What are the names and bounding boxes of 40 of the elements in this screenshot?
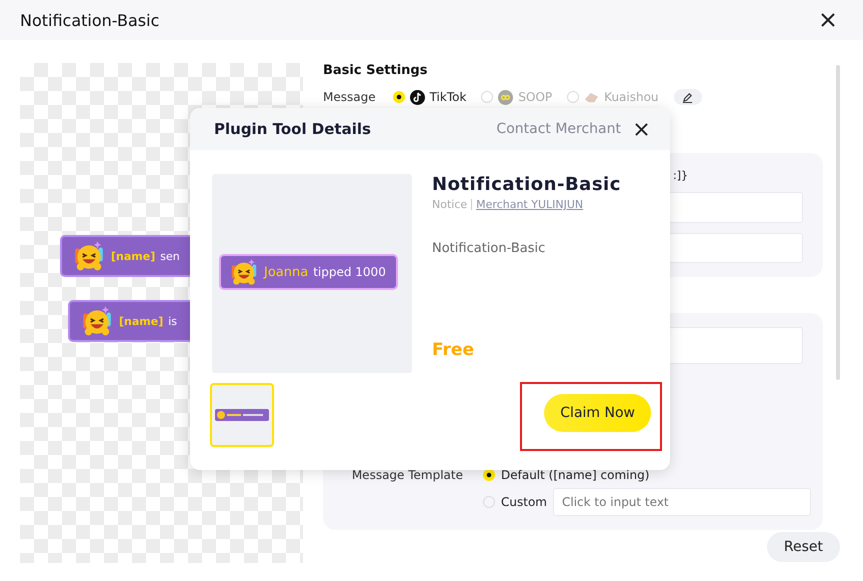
banner-text: sen bbox=[160, 250, 180, 262]
window-title: Notification-Basic bbox=[20, 10, 160, 30]
description-text: Notification-Basic bbox=[432, 241, 546, 256]
emoji-icon bbox=[72, 239, 106, 273]
emoji-icon bbox=[80, 304, 114, 338]
category-label: Notice bbox=[432, 198, 468, 211]
thumbnail[interactable] bbox=[210, 383, 274, 447]
plugin-name: Notification-Basic bbox=[432, 174, 622, 195]
dialog-title: Plugin Tool Details bbox=[214, 120, 372, 138]
platform-label: TikTok bbox=[430, 90, 466, 104]
field-label: Message bbox=[323, 90, 376, 104]
section-title: Basic Settings bbox=[323, 63, 428, 78]
link-icon bbox=[498, 90, 514, 104]
reset-button[interactable]: Reset bbox=[766, 532, 840, 562]
note-icon bbox=[410, 90, 425, 104]
input-field[interactable]: Click to input text bbox=[552, 488, 811, 516]
radio-button[interactable] bbox=[481, 91, 494, 103]
claim-button[interactable]: Claim Now bbox=[544, 394, 651, 432]
field-label: Message Template bbox=[350, 468, 463, 484]
banner-name: [name] bbox=[111, 250, 156, 262]
price-label: Free bbox=[432, 340, 475, 360]
hint-text: :]} bbox=[673, 169, 688, 182]
banner-text: is bbox=[168, 314, 178, 328]
platform-label: Kuaishou bbox=[604, 90, 659, 104]
close-icon[interactable] bbox=[821, 13, 835, 27]
edit-button[interactable] bbox=[674, 89, 702, 105]
emoji-icon bbox=[229, 257, 259, 287]
option-label: Default ([name] coming) bbox=[501, 468, 650, 482]
banner-name: Joanna bbox=[264, 264, 308, 280]
radio-button[interactable] bbox=[392, 91, 405, 103]
option-label: Custom bbox=[501, 495, 547, 509]
platform-label: SOOP bbox=[518, 90, 552, 104]
pencil-icon bbox=[682, 92, 694, 102]
close-icon[interactable] bbox=[635, 122, 648, 136]
banner-text: tipped 1000 bbox=[313, 265, 386, 279]
banner-thumbnail-drawing bbox=[215, 409, 269, 421]
radio-button[interactable] bbox=[567, 91, 580, 103]
radio-button[interactable] bbox=[483, 496, 495, 508]
banner-name: [name] bbox=[119, 314, 164, 328]
radio-button[interactable] bbox=[483, 469, 495, 481]
